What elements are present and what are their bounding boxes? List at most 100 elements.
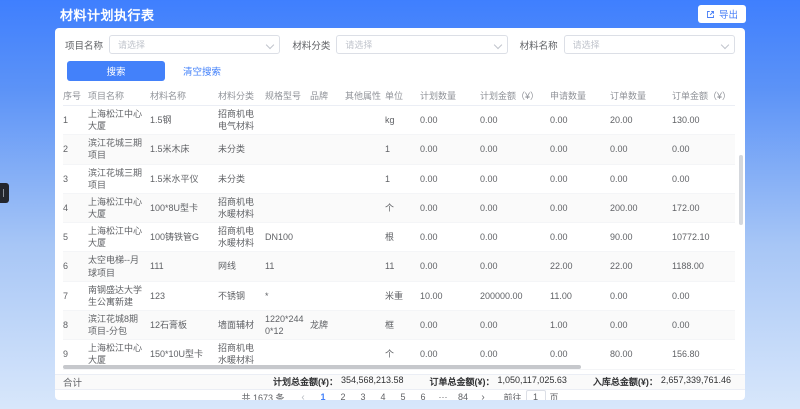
cell-project-name: 太空电梯--月球项目: [88, 252, 150, 280]
cell-brand: [310, 252, 345, 280]
cell-spec-model: [265, 194, 310, 222]
table-row[interactable]: 3滨江花城三期项目1.5米水平仪未分类10.000.000.000.000.00: [63, 165, 735, 194]
pagination-page-5[interactable]: 5: [396, 390, 411, 400]
filter-field-2: 材料名称请选择: [520, 35, 735, 54]
summary-item-value: 354,568,213.58: [341, 375, 404, 388]
table-row[interactable]: 5上海松江中心大厦100铸铁管G招商机电 水暖材料DN100根0.000.000…: [63, 223, 735, 252]
cell-index: 4: [63, 194, 88, 222]
cell-order-amount: 0.00: [672, 311, 735, 339]
cell-material-name: 111: [150, 252, 218, 280]
cell-material-category: 未分类: [218, 135, 265, 163]
cell-material-name: 100铸铁管G: [150, 223, 218, 251]
cell-planned-amount: 200000.00: [480, 282, 550, 310]
clear-search-link[interactable]: 清空搜索: [183, 64, 221, 78]
cell-brand: [310, 106, 345, 134]
cell-order-amount: 172.00: [672, 194, 735, 222]
column-header-index: 序号: [63, 87, 88, 105]
filter-select-1[interactable]: 请选择: [336, 35, 507, 54]
collapsed-drawer-handle[interactable]: [0, 183, 9, 203]
goto-page-input[interactable]: [526, 390, 546, 400]
chevron-down-icon: [722, 42, 728, 48]
horizontal-scrollbar[interactable]: [63, 365, 581, 369]
summary-item-label: 计划总金额(¥)：: [273, 375, 338, 388]
cell-material-name: 1.5钢: [150, 106, 218, 134]
pagination-next-icon[interactable]: ›: [476, 390, 491, 400]
search-button[interactable]: 搜索: [67, 61, 165, 81]
pagination-prev-icon[interactable]: ‹: [296, 390, 311, 400]
cell-project-name: 滨江花城三期项目: [88, 135, 150, 163]
cell-planned-amount: 0.00: [480, 135, 550, 163]
cell-spec-model: *: [265, 282, 310, 310]
cell-requested-qty: 0.00: [550, 223, 610, 251]
summary-item-label: 入库总金额(¥)：: [593, 375, 658, 388]
cell-planned-qty: 0.00: [420, 311, 480, 339]
filter-select-0[interactable]: 请选择: [109, 35, 280, 54]
column-header-spec-model: 规格型号: [265, 87, 310, 105]
cell-material-name: 1.5米水平仪: [150, 165, 218, 193]
table-row[interactable]: 2滨江花城三期项目1.5米木床未分类10.000.000.000.000.00: [63, 135, 735, 164]
page-title: 材料计划执行表: [60, 5, 155, 24]
cell-material-category: 招商机电 水暖材料: [218, 194, 265, 222]
cell-order-qty: 200.00: [610, 194, 672, 222]
column-header-brand: 品牌: [310, 87, 345, 105]
filter-field-1: 材料分类请选择: [292, 35, 507, 54]
cell-brand: [310, 165, 345, 193]
summary-bar: 合计 计划总金额(¥)：354,568,213.58订单总金额(¥)：1,050…: [55, 374, 745, 390]
table-body: 1上海松江中心大厦1.5钢招商机电 电气材料kg0.000.000.0020.0…: [63, 106, 735, 370]
pagination-page-6[interactable]: 6: [416, 390, 431, 400]
pagination-ellipsis: ···: [436, 390, 451, 400]
summary-items: 计划总金额(¥)：354,568,213.58订单总金额(¥)：1,050,11…: [273, 375, 731, 388]
cell-order-qty: 90.00: [610, 223, 672, 251]
cell-order-amount: 1188.00: [672, 252, 735, 280]
cell-spec-model: DN100: [265, 223, 310, 251]
cell-index: 8: [63, 311, 88, 339]
table-header-row: 序号项目名称材料名称材料分类规格型号品牌其他属性单位计划数量计划金额（¥）申请数…: [63, 87, 735, 106]
cell-planned-amount: 0.00: [480, 106, 550, 134]
table-row[interactable]: 4上海松江中心大厦100*8U型卡招商机电 水暖材料个0.000.000.002…: [63, 194, 735, 223]
cell-spec-model: [265, 165, 310, 193]
table-row[interactable]: 6太空电梯--月球项目111网线11110.000.0022.0022.0011…: [63, 252, 735, 281]
cell-brand: 龙牌: [310, 311, 345, 339]
pagination-page-3[interactable]: 3: [356, 390, 371, 400]
cell-material-category: 不锈钢: [218, 282, 265, 310]
goto-suffix-label: 页: [550, 391, 559, 400]
pagination-page-4[interactable]: 4: [376, 390, 391, 400]
cell-material-name: 100*8U型卡: [150, 194, 218, 222]
cell-order-amount: 10772.10: [672, 223, 735, 251]
cell-spec-model: 11: [265, 252, 310, 280]
cell-requested-qty: 22.00: [550, 252, 610, 280]
cell-unit: 个: [385, 194, 420, 222]
cell-order-amount: 156.80: [672, 340, 735, 368]
cell-planned-amount: 0.00: [480, 194, 550, 222]
summary-item-label: 订单总金额(¥)：: [430, 375, 495, 388]
cell-order-qty: 20.00: [610, 106, 672, 134]
column-header-material-name: 材料名称: [150, 87, 218, 105]
table-row[interactable]: 8滨江花城8期项目-分包12石膏板墙面辅材1220*2440*12龙牌框0.00…: [63, 311, 735, 340]
cell-spec-model: [265, 135, 310, 163]
cell-index: 3: [63, 165, 88, 193]
select-placeholder: 请选择: [118, 38, 145, 51]
pagination-page-1[interactable]: 1: [316, 390, 331, 400]
cell-project-name: 上海松江中心大厦: [88, 223, 150, 251]
cell-spec-model: 1220*2440*12: [265, 311, 310, 339]
cell-requested-qty: 1.00: [550, 311, 610, 339]
summary-item-value: 2,657,339,761.46: [661, 375, 731, 388]
cell-project-name: 南钢盛达大学生公寓新建: [88, 282, 150, 310]
export-icon: [706, 10, 715, 19]
filter-label: 材料名称: [520, 38, 558, 52]
filter-actions: 搜索 清空搜索: [55, 54, 745, 87]
table-row[interactable]: 1上海松江中心大厦1.5钢招商机电 电气材料kg0.000.000.0020.0…: [63, 106, 735, 135]
pagination-page-2[interactable]: 2: [336, 390, 351, 400]
pagination-page-84[interactable]: 84: [456, 390, 471, 400]
filter-select-2[interactable]: 请选择: [564, 35, 735, 54]
summary-total-label: 合计: [63, 375, 82, 389]
vertical-scrollbar[interactable]: [739, 155, 743, 225]
table-row[interactable]: 7南钢盛达大学生公寓新建123不锈钢*米重10.00200000.0011.00…: [63, 282, 735, 311]
cell-material-name: 123: [150, 282, 218, 310]
cell-planned-qty: 0.00: [420, 223, 480, 251]
cell-planned-qty: 0.00: [420, 106, 480, 134]
cell-other-attrs: [345, 194, 385, 222]
cell-material-category: 未分类: [218, 165, 265, 193]
cell-requested-qty: 0.00: [550, 194, 610, 222]
export-button[interactable]: 导出: [698, 5, 746, 23]
